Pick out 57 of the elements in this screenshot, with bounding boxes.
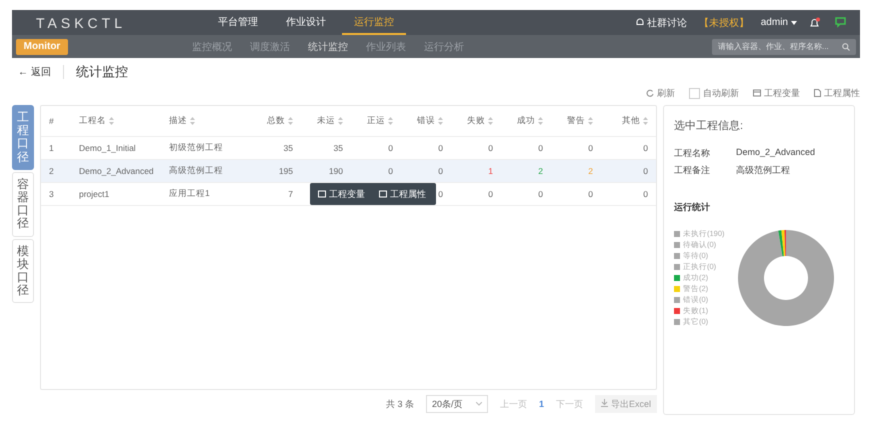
field-value: Demo_2_Advanced: [736, 147, 816, 159]
chevron-icon: [476, 402, 482, 406]
table-cell: 2: [41, 160, 71, 183]
nav-tab[interactable]: 平台管理: [206, 10, 270, 35]
bell-outline-icon: [636, 18, 644, 27]
table-cell: 190: [301, 160, 351, 183]
auto-refresh-checkbox[interactable]: 自动刷新: [689, 86, 739, 100]
logo: TASKCTL: [36, 14, 127, 30]
search-field[interactable]: 请输入容器、作业、程序名称...: [712, 38, 856, 54]
sort-icon: [538, 117, 543, 125]
section-title: 运行统计: [674, 201, 711, 214]
side-tab[interactable]: 模块口径: [12, 238, 34, 304]
refresh-icon: [646, 89, 654, 97]
table-cell: 1: [451, 160, 501, 183]
variables-button[interactable]: 工程变量: [753, 86, 800, 100]
side-tab[interactable]: 容器口径: [12, 172, 34, 236]
page-size-select[interactable]: 20条/页: [426, 395, 488, 414]
sort-icon: [288, 117, 293, 125]
sort-icon: [109, 117, 114, 125]
sub-nav-item[interactable]: 统计监控: [308, 40, 348, 54]
license-status: 【未授权】: [698, 16, 749, 30]
table-cell: 2: [501, 160, 551, 183]
panel-title: 选中工程信息:: [674, 119, 744, 133]
sort-icon: [643, 117, 648, 125]
community-link[interactable]: 社群讨论: [636, 16, 687, 30]
bell-icon[interactable]: [809, 16, 821, 28]
side-tab[interactable]: 工程口径: [12, 105, 34, 170]
sort-icon: [190, 117, 195, 125]
page-title: 统计监控: [76, 63, 128, 81]
menu-item[interactable]: 工程变量: [318, 188, 365, 200]
table-cell: 0: [401, 160, 451, 183]
table-cell: 2: [551, 160, 601, 183]
sort-icon: [488, 117, 493, 125]
document-icon: [814, 89, 821, 97]
user-menu[interactable]: admin: [760, 17, 797, 28]
nav-tab[interactable]: 作业设计: [274, 10, 338, 35]
refresh-button[interactable]: 刷新: [646, 86, 675, 100]
field-value: 高级范例工程: [736, 164, 790, 177]
table-cell: 0: [351, 160, 401, 183]
sort-icon: [388, 117, 393, 125]
table-cell: Demo_2_Advanced: [71, 160, 161, 183]
table-cell: 195: [251, 160, 301, 183]
properties-button[interactable]: 工程属性: [814, 86, 860, 100]
total-count: 共 3 条: [386, 398, 414, 411]
page-number[interactable]: 1: [538, 399, 544, 410]
caret-icon: [791, 20, 797, 24]
download-icon: [600, 398, 608, 407]
sort-icon: [338, 117, 343, 125]
field-label: 工程名称: [674, 147, 711, 160]
field-label: 工程备注: [674, 164, 711, 177]
table-cell: 0: [601, 160, 656, 183]
back-link[interactable]: ← 返回: [18, 65, 64, 79]
chat-icon[interactable]: [835, 17, 846, 28]
sort-icon: [588, 117, 593, 125]
table-cell: 高级范例工程: [161, 160, 251, 183]
search-icon: [842, 42, 850, 50]
sort-icon: [438, 117, 443, 125]
